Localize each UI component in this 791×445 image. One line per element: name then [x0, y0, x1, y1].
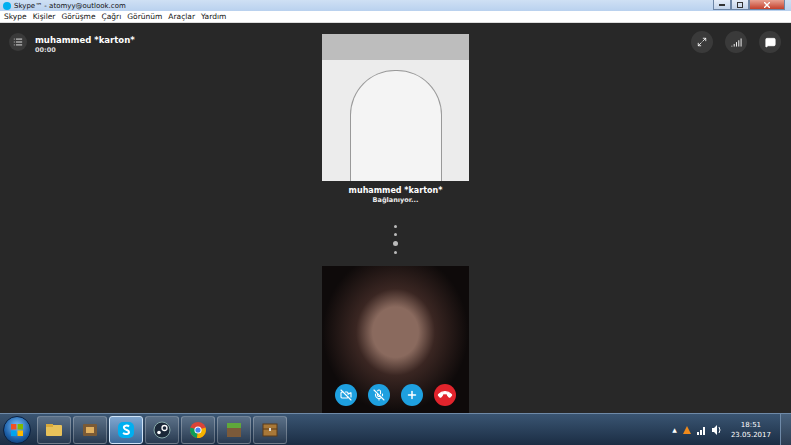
plus-icon [406, 389, 418, 401]
antivirus-icon[interactable] [682, 425, 692, 435]
fullscreen-button[interactable] [691, 31, 713, 53]
volume-icon[interactable] [712, 425, 722, 435]
taskbar-app[interactable] [73, 416, 107, 444]
taskbar-app[interactable] [217, 416, 251, 444]
title-bar: Skype™ - atomyy@outlook.com [0, 0, 791, 11]
skype-icon [116, 420, 136, 440]
mic-off-icon [373, 389, 385, 401]
close-icon [764, 2, 770, 8]
call-area: muhammed *karton*00:00muhammed *karton*B… [0, 23, 791, 413]
menu-item[interactable]: Araçlar [168, 11, 195, 22]
explorer-icon [44, 420, 64, 440]
menu-item[interactable]: Skype [4, 11, 27, 22]
media-icon [80, 420, 100, 440]
call-info: muhammed *karton*00:00 [35, 33, 135, 55]
mic-button[interactable] [368, 384, 390, 406]
window-title: Skype™ - atomyy@outlook.com [3, 1, 126, 11]
contact-avatar [322, 34, 469, 181]
menu-bar: Skype Kişiler Görüşme Çağrı Görünüm Araçlar Ya… [0, 11, 791, 23]
call-controls [322, 384, 469, 406]
network-icon[interactable] [697, 425, 707, 435]
chat-icon [765, 37, 776, 48]
chrome-icon [188, 420, 208, 440]
skype-logo-icon [3, 2, 11, 10]
add-button[interactable] [401, 384, 423, 406]
hangup-button[interactable] [434, 384, 456, 406]
minecraft-icon [224, 420, 244, 440]
clock-date: 23.05.2017 [731, 430, 771, 440]
taskbar: ▲ 18:5123.05.2017 [0, 413, 791, 445]
minimize-button[interactable] [713, 0, 731, 10]
hang-up-icon [437, 387, 454, 404]
menu-item[interactable]: Kişiler [33, 11, 56, 22]
list-icon [13, 37, 23, 47]
system-tray: ▲ 18:5123.05.2017 [672, 414, 791, 445]
clock-time: 18:51 [741, 420, 761, 430]
video-button[interactable] [335, 384, 357, 406]
menu-item[interactable]: Görünüm [127, 11, 162, 22]
minimize-icon [719, 3, 725, 6]
call-list-button[interactable] [9, 33, 27, 51]
taskbar-app[interactable] [253, 416, 287, 444]
clock[interactable]: 18:5123.05.2017 [727, 420, 775, 440]
video-off-icon [340, 389, 352, 401]
menu-item[interactable]: Görüşme [61, 11, 95, 22]
call-duration: 00:00 [35, 46, 135, 55]
taskbar-app[interactable] [109, 416, 143, 444]
signal-icon [731, 37, 742, 48]
taskbar-app[interactable] [181, 416, 215, 444]
contact-name: muhammed *karton* [349, 186, 443, 196]
chat-button[interactable] [759, 31, 781, 53]
steam-icon [152, 420, 172, 440]
expand-icon [697, 37, 707, 47]
call-status: Bağlanıyor... [373, 196, 419, 205]
close-button[interactable] [749, 0, 785, 10]
maximize-icon [737, 2, 743, 8]
show-desktop-button[interactable] [780, 414, 791, 445]
windows-logo-icon [10, 423, 24, 437]
tray-expand-button[interactable]: ▲ [672, 426, 677, 433]
chest-icon [260, 420, 280, 440]
contact-name: muhammed *karton* [35, 35, 135, 46]
connecting-indicator [393, 225, 398, 254]
start-button[interactable] [3, 416, 31, 444]
taskbar-app[interactable] [37, 416, 71, 444]
self-video [322, 266, 469, 413]
maximize-button[interactable] [731, 0, 749, 10]
call-quality-button[interactable] [725, 31, 747, 53]
menu-item[interactable]: Çağrı [102, 11, 122, 22]
taskbar-app[interactable] [145, 416, 179, 444]
menu-item[interactable]: Yardım [201, 11, 226, 22]
skype-window: Skype™ - atomyy@outlook.comSkype Kişiler G… [0, 0, 791, 445]
